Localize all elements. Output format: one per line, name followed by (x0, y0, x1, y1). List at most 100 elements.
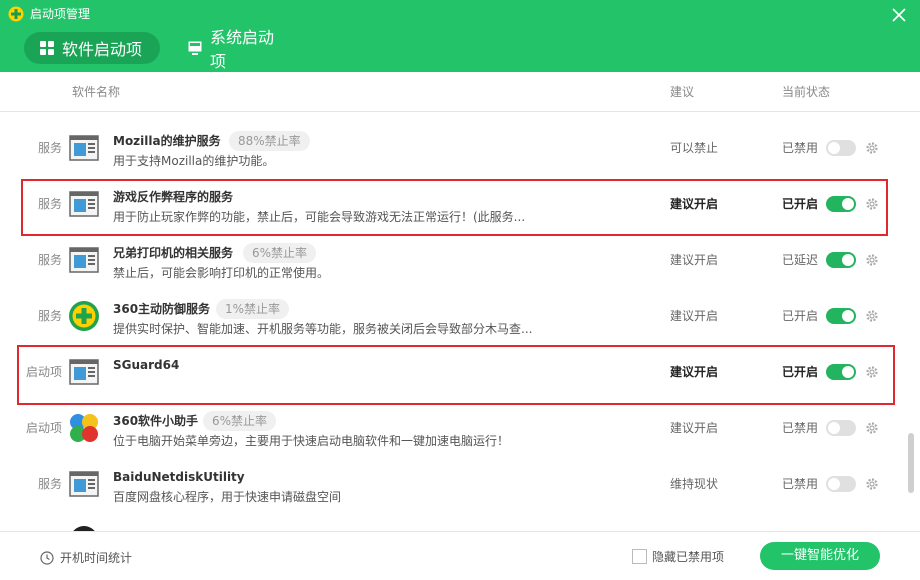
service-window-icon (69, 359, 99, 385)
list-item: 服务 Mozilla的维护服务 88%禁止率 用于支持Mozilla的维护功能。… (0, 120, 906, 176)
item-type: 服务 (37, 197, 62, 211)
item-state: 已禁用 (782, 477, 819, 491)
boot-time-stats-label: 开机时间统计 (60, 551, 133, 565)
service-window-icon (69, 135, 99, 161)
item-advice: 可以禁止 (670, 141, 719, 155)
item-type: 服务 (37, 141, 62, 155)
enable-toggle[interactable] (826, 476, 856, 492)
four-color-balls-icon (70, 414, 98, 442)
item-state: 已延迟 (782, 253, 819, 267)
enable-toggle[interactable] (826, 196, 856, 212)
hide-disabled-checkbox[interactable] (632, 549, 647, 564)
item-name: Mozilla的维护服务 (113, 134, 221, 148)
toggle-knob (842, 254, 854, 266)
tab-software-startup[interactable]: 软件启动项 (24, 32, 160, 64)
toggle-knob (842, 366, 854, 378)
window-title: 启动项管理 (30, 7, 91, 21)
service-window-icon (69, 471, 99, 497)
item-state: 已开启 (782, 197, 819, 211)
boot-time-stats-link[interactable]: 开机时间统计 (40, 549, 132, 566)
item-state: 已禁用 (782, 421, 819, 435)
list-item: 服务 游戏反作弊程序的服务 用于防止玩家作弊的功能，禁止后，可能会导致游戏无法正… (0, 176, 906, 232)
gear-icon[interactable] (865, 421, 879, 435)
grid-icon (40, 41, 54, 55)
toggle-knob (828, 478, 840, 490)
item-advice: 维持现状 (670, 477, 719, 491)
monitor-icon (188, 41, 202, 55)
scrollbar[interactable] (908, 113, 916, 531)
list-item: 服务 BaiduNetdiskUtility 百度网盘核心程序，用于快速申请磁盘… (0, 456, 906, 512)
item-state: 已禁用 (782, 141, 819, 155)
item-type: 启动项 (25, 421, 62, 435)
enable-toggle[interactable] (826, 140, 856, 156)
item-name: 兄弟打印机的相关服务 (113, 246, 234, 260)
gear-icon[interactable] (865, 365, 879, 379)
ban-rate-badge: 1%禁止率 (216, 299, 290, 319)
column-name: 软件名称 (72, 85, 121, 99)
item-advice: 建议开启 (670, 197, 719, 211)
item-description: 用于支持Mozilla的维护功能。 (113, 154, 275, 168)
app-logo-icon (8, 6, 24, 22)
gear-icon[interactable] (865, 197, 879, 211)
item-name: 游戏反作弊程序的服务 (113, 190, 234, 204)
title-bar: 启动项管理 软件启动项 系统启动项 (0, 0, 920, 72)
close-icon[interactable] (890, 6, 908, 24)
item-description: 提供实时保护、智能加速、开机服务等功能，服务被关闭后会导致部分木马查... (113, 322, 533, 336)
list-item: 启动项 SGuard64 建议开启 已开启 (0, 344, 906, 400)
item-type: 启动项 (25, 365, 62, 379)
item-advice: 建议开启 (670, 365, 719, 379)
gear-icon[interactable] (865, 141, 879, 155)
gear-icon[interactable] (865, 253, 879, 267)
list-item: 服务 兄弟打印机的相关服务 6%禁止率 禁止后，可能会影响打印机的正常使用。 建… (0, 232, 906, 288)
item-description: 百度网盘核心程序，用于快速申请磁盘空间 (113, 490, 342, 504)
list-item: 启动项 360软件小助手 6%禁止率 位于电脑开始菜单旁边，主要用于快速启动电脑… (0, 400, 906, 456)
tab-label: 系统启动项 (210, 28, 275, 71)
ban-rate-badge: 88%禁止率 (229, 131, 310, 151)
enable-toggle[interactable] (826, 308, 856, 324)
toggle-knob (842, 310, 854, 322)
item-name: 360主动防御服务 (113, 302, 211, 316)
shield-plus-icon (69, 301, 99, 331)
clock-icon (40, 550, 54, 565)
column-header: 软件名称 建议 当前状态 (0, 72, 920, 112)
list-item (0, 512, 906, 531)
item-type: 服务 (37, 253, 62, 267)
footer-bar: 开机时间统计 隐藏已禁用项 一键智能优化 (0, 531, 920, 580)
item-type: 服务 (37, 477, 62, 491)
startup-list: 服务 Mozilla的维护服务 88%禁止率 用于支持Mozilla的维护功能。… (0, 113, 906, 531)
item-name: BaiduNetdiskUtility (113, 470, 245, 484)
column-advice: 建议 (670, 85, 695, 99)
column-state: 当前状态 (782, 85, 831, 99)
enable-toggle[interactable] (826, 252, 856, 268)
toggle-knob (828, 142, 840, 154)
toggle-knob (842, 198, 854, 210)
gear-icon[interactable] (865, 309, 879, 323)
item-advice: 建议开启 (670, 421, 719, 435)
item-description: 位于电脑开始菜单旁边，主要用于快速启动电脑软件和一键加速电脑运行！ (113, 434, 510, 448)
item-name: SGuard64 (113, 358, 180, 372)
item-description: 用于防止玩家作弊的功能，禁止后，可能会导致游戏无法正常运行！(此服务... (113, 210, 526, 224)
item-type: 服务 (37, 309, 62, 323)
item-state: 已开启 (782, 365, 819, 379)
hide-disabled-option[interactable]: 隐藏已禁用项 (632, 548, 724, 565)
ban-rate-badge: 6%禁止率 (243, 243, 317, 263)
service-window-icon (69, 247, 99, 273)
item-state: 已开启 (782, 309, 819, 323)
enable-toggle[interactable] (826, 420, 856, 436)
ban-rate-badge: 6%禁止率 (203, 411, 277, 431)
item-advice: 建议开启 (670, 253, 719, 267)
service-window-icon (69, 191, 99, 217)
gear-icon[interactable] (865, 477, 879, 491)
enable-toggle[interactable] (826, 364, 856, 380)
tab-label: 软件启动项 (62, 40, 143, 59)
item-name: 360软件小助手 (113, 414, 199, 428)
scrollbar-thumb[interactable] (908, 433, 914, 493)
one-click-optimize-button[interactable]: 一键智能优化 (760, 542, 880, 570)
app-icon (73, 526, 95, 531)
list-item: 服务 360主动防御服务 1%禁止率 提供实时保护、智能加速、开机服务等功能，服… (0, 288, 906, 344)
tab-system-startup[interactable]: 系统启动项 (172, 28, 302, 71)
hide-disabled-label: 隐藏已禁用项 (652, 550, 725, 564)
toggle-knob (828, 422, 840, 434)
item-advice: 建议开启 (670, 309, 719, 323)
item-description: 禁止后，可能会影响打印机的正常使用。 (113, 266, 330, 280)
